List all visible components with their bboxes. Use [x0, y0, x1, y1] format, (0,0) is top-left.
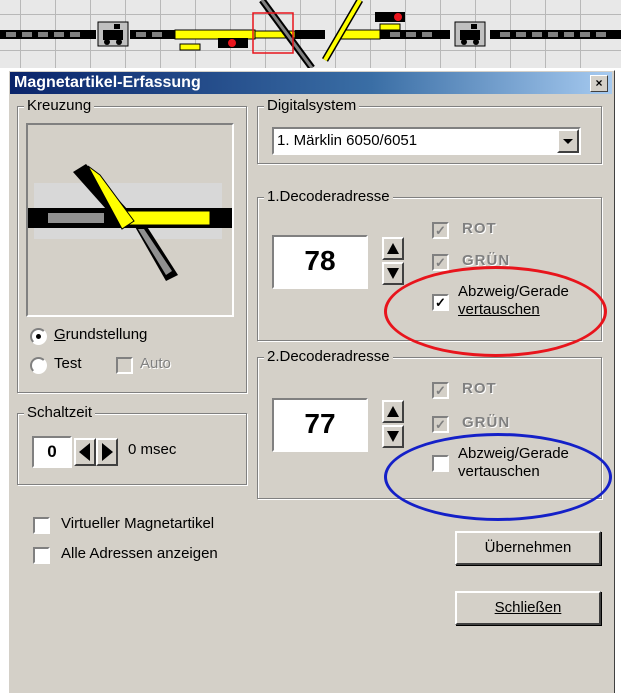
decoder1-down-button[interactable]: [382, 262, 404, 285]
decoder2-rot-checkbox: ✓: [432, 382, 449, 399]
grundstellung-radio[interactable]: [30, 328, 47, 345]
kreuzung-group: Kreuzung Grundstellung Test Auto: [17, 97, 247, 393]
all-addresses-checkbox[interactable]: [33, 547, 50, 564]
decoder2-address-field[interactable]: 77: [272, 398, 368, 452]
decoder1-legend: 1.Decoderadresse: [264, 188, 393, 206]
decoder2-gruen-label: GRÜN: [462, 414, 511, 431]
title-bar[interactable]: Magnetartikel-Erfassung ×: [10, 72, 612, 94]
locomotive-icon: [454, 21, 486, 47]
decoder2-up-button[interactable]: [382, 400, 404, 423]
magnetartikel-dialog: Magnetartikel-Erfassung × Kreuzung Grund…: [8, 70, 615, 693]
signal-icon: [218, 38, 248, 48]
arrow-down-icon: [387, 431, 399, 442]
decoder2-rot-label: ROT: [462, 380, 497, 397]
decoder1-rot-label: ROT: [462, 220, 497, 237]
digitalsystem-select[interactable]: 1. Märklin 6050/6051: [272, 127, 581, 155]
arrow-left-icon: [79, 443, 90, 461]
virtual-label: Virtueller Magnetartikel: [61, 515, 215, 532]
schaltzeit-value[interactable]: 0: [32, 436, 72, 468]
auto-label: Auto: [140, 355, 171, 372]
locomotive-icon: [97, 21, 129, 47]
schaltzeit-group: Schaltzeit 0 0 msec: [17, 404, 247, 485]
test-label: Test: [54, 355, 82, 372]
signal-icon: [375, 12, 405, 22]
crossing-diagram: [28, 164, 232, 281]
arrow-down-icon: [387, 268, 399, 279]
kreuzung-legend: Kreuzung: [24, 97, 95, 115]
decoder2-address: 77: [304, 408, 336, 439]
increase-time-button[interactable]: [96, 438, 118, 466]
digitalsystem-selected: 1. Märklin 6050/6051: [277, 132, 418, 149]
dropdown-button[interactable]: [557, 129, 579, 153]
decoder1-address-field[interactable]: 78: [272, 235, 368, 289]
decoder1-rot-checkbox: ✓: [432, 222, 449, 239]
digitalsystem-group: Digitalsystem 1. Märklin 6050/6051: [257, 97, 602, 164]
decoder1-gruen-checkbox: ✓: [432, 254, 449, 271]
track-diagram: [0, 0, 621, 68]
chevron-down-icon: [563, 139, 573, 144]
dialog-title: Magnetartikel-Erfassung: [14, 74, 201, 91]
decoder2-legend: 2.Decoderadresse: [264, 348, 393, 366]
decoder2-gruen-checkbox: ✓: [432, 416, 449, 433]
all-addresses-label: Alle Adressen anzeigen: [61, 545, 218, 562]
blue-highlight-ellipse: [384, 433, 612, 521]
close-icon[interactable]: ×: [590, 75, 608, 92]
grundstellung-text: rundstellung: [65, 326, 148, 343]
track-layout-strip[interactable]: [0, 0, 621, 68]
test-radio[interactable]: [30, 357, 47, 374]
virtual-checkbox[interactable]: [33, 517, 50, 534]
schaltzeit-legend: Schaltzeit: [24, 404, 96, 422]
auto-checkbox: [116, 357, 133, 374]
close-button[interactable]: Schließen: [455, 591, 601, 625]
decoder1-address: 78: [304, 245, 336, 276]
decoder2-down-button[interactable]: [382, 425, 404, 448]
grundstellung-label: Grundstellung: [54, 326, 148, 343]
apply-button[interactable]: Übernehmen: [455, 531, 601, 565]
arrow-up-icon: [387, 406, 399, 417]
track-segments: [0, 0, 621, 68]
decrease-time-button[interactable]: [74, 438, 96, 466]
digitalsystem-legend: Digitalsystem: [264, 97, 360, 115]
red-highlight-ellipse: [384, 266, 607, 357]
arrow-up-icon: [387, 243, 399, 254]
schaltzeit-unit: 0 msec: [128, 441, 177, 458]
arrow-right-icon: [102, 443, 113, 461]
decoder1-up-button[interactable]: [382, 237, 404, 260]
crossing-preview: [26, 123, 234, 317]
